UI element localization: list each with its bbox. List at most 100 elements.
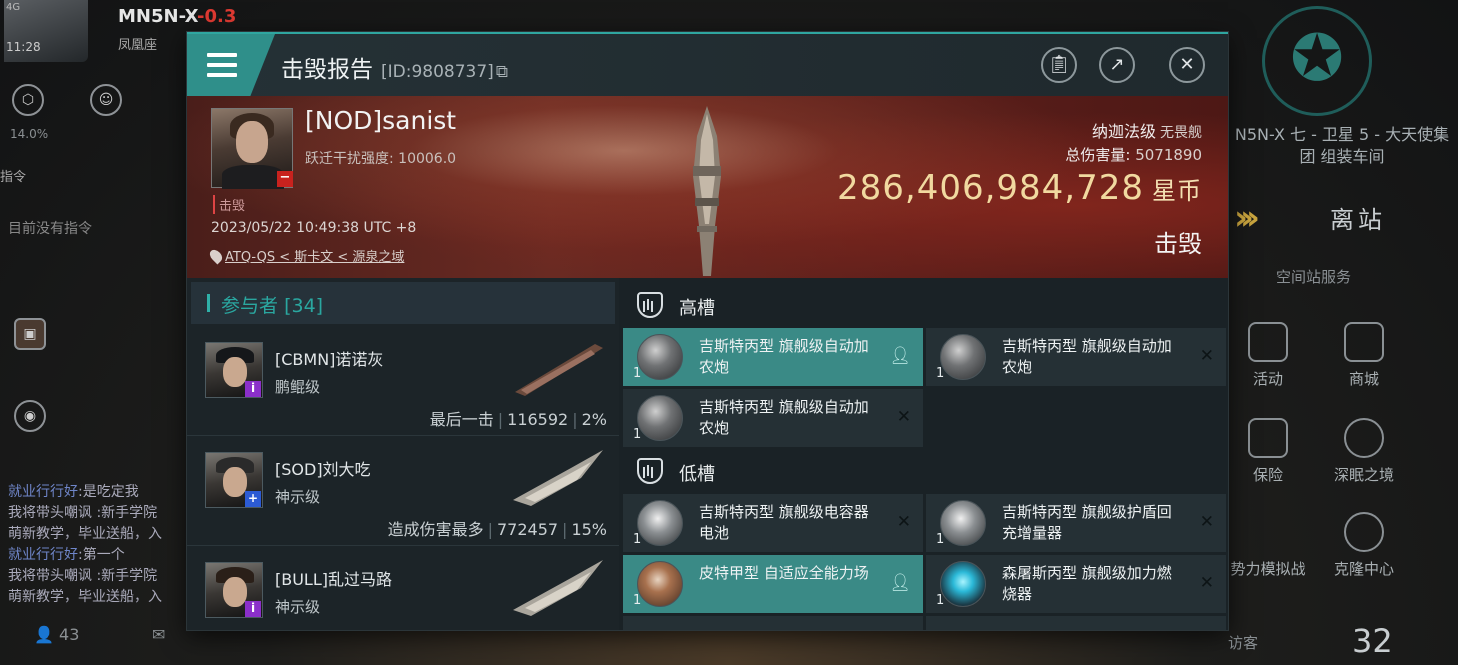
no-commands-text: 目前没有指令	[8, 221, 92, 237]
signal-indicator: 4G	[6, 2, 21, 13]
module-item-partial[interactable]	[926, 616, 1226, 630]
faction-warfare-button[interactable]: 势力模拟战	[1228, 512, 1308, 579]
close-button[interactable]: ✕	[1169, 47, 1205, 83]
fitting-modules[interactable]: 高槽 1 吉斯特丙型 旗舰级自动加农炮 👤︎ 1 吉斯特丙型 旗舰级自动加农炮 …	[619, 278, 1228, 630]
clock: 11:28	[6, 40, 41, 54]
module-name: 吉斯特丙型 旗舰级自动加农炮	[699, 398, 869, 437]
hud-left-panel: 4G 11:28 ⬡ ☺ 14.0% 指令 目前没有指令 ▣ ◉ 就业行行好:是…	[0, 0, 200, 665]
module-name: 吉斯特丙型 旗舰级自动加农炮	[699, 337, 869, 376]
command-tab[interactable]: 指令	[0, 166, 26, 185]
menu-button[interactable]	[187, 34, 275, 96]
participant-row[interactable]: i [CBMN]诺诺灰 鹏鲲级 最后一击 | 116592 | 2%	[187, 328, 619, 436]
chat-line: 我将带头嘲讽 :新手学院	[8, 505, 158, 521]
chat-line: 萌新教学，毕业送船，入	[8, 526, 162, 542]
station-services-label: 空间站服务	[1276, 268, 1352, 286]
module-item[interactable]: 1 吉斯特丙型 旗舰级自动加农炮 ✕	[623, 389, 923, 447]
system-name: MN5N-X-0.3	[118, 6, 237, 27]
high-slot-icon	[637, 292, 663, 318]
share-button[interactable]: ↗	[1099, 47, 1135, 83]
shield-icon	[1248, 418, 1288, 458]
module-name: 森屠斯丙型 旗舰级加力燃烧器	[1002, 564, 1172, 603]
target-icon[interactable]: ◉	[14, 400, 46, 432]
insurance-button[interactable]: 保险	[1228, 418, 1308, 485]
visitor-label: 访客	[1228, 634, 1259, 652]
low-slot-header: 低槽	[623, 448, 1228, 494]
adaptive-field-icon	[637, 561, 683, 607]
participant-ship: 鹏鲲级	[275, 378, 321, 396]
module-item[interactable]: 1 吉斯特丙型 旗舰级自动加农炮 ✕	[926, 328, 1226, 386]
kill-location[interactable]: ATQ-QS < 斯卡文 < 源泉之域	[207, 246, 404, 265]
faction-emblem-icon: ✪	[1262, 6, 1372, 116]
report-id: [ID:9808737]	[381, 62, 494, 82]
module-item[interactable]: 1 吉斯特丙型 旗舰级电容器电池 ✕	[623, 494, 923, 552]
leave-station-button[interactable]: 离站	[1330, 200, 1386, 235]
clone-center-button[interactable]: 克隆中心	[1324, 512, 1404, 579]
destroyed-x-icon: ✕	[1199, 573, 1214, 593]
warp-disruption: 跃迁干扰强度: 10006.0	[305, 151, 457, 167]
info-badge-icon: i	[245, 381, 261, 397]
afterburner-icon	[940, 561, 986, 607]
events-button[interactable]: 活动	[1228, 322, 1308, 389]
module-name: 吉斯特丙型 旗舰级电容器电池	[699, 503, 869, 542]
wallet-icon[interactable]: ▣	[14, 318, 46, 350]
destroyed-x-icon: ✕	[896, 407, 911, 427]
module-item-partial[interactable]	[623, 616, 923, 630]
crossed-flags-icon	[1248, 512, 1288, 552]
participant-ship: 神示级	[275, 598, 321, 616]
shield-extender-icon	[940, 500, 986, 546]
participant-row[interactable]: i [BULL]乱过马路 神示级	[187, 548, 619, 630]
chat-line: 萌新教学，毕业送船，入	[8, 589, 162, 605]
constellation-name: 凤凰座	[118, 38, 158, 53]
online-users[interactable]: 👤 43	[34, 625, 79, 644]
title-bar: 击毁报告 [ID:9808737] ⧉ 📋︎ ↗ ✕	[187, 34, 1228, 96]
participant-stats: 最后一击 | 116592 | 2%	[429, 410, 607, 429]
destroyed-x-icon: ✕	[896, 512, 911, 532]
chat-line: 就业行行好:是吃定我	[8, 484, 139, 500]
hostile-badge-icon: −	[277, 171, 293, 187]
participant-row[interactable]: + [SOD]刘大吃 神示级 造成伤害最多 | 772457 | 15%	[187, 438, 619, 546]
info-badge-icon: i	[245, 601, 261, 617]
participant-ship-image	[513, 560, 603, 616]
chat-line: 就业行行好:第一个	[8, 547, 125, 563]
abyss-button[interactable]: 深眠之境	[1324, 418, 1404, 485]
isk-value: 286,406,984,728 星币	[836, 168, 1202, 208]
mail-icon[interactable]: ✉	[152, 625, 165, 644]
clipboard-button[interactable]: 📋︎	[1041, 47, 1077, 83]
kill-datetime: 2023/05/22 10:49:38 UTC +8	[211, 220, 417, 236]
destroyed-x-icon: ✕	[1199, 346, 1214, 366]
victim-name[interactable]: [NOD]sanist	[305, 106, 456, 135]
participant-ship-image	[513, 450, 603, 506]
module-item[interactable]: 1 森屠斯丙型 旗舰级加力燃烧器 ✕	[926, 555, 1226, 613]
clipboard-icon: 📋︎	[1047, 54, 1071, 75]
module-name: 吉斯特丙型 旗舰级护盾回充增量器	[1002, 503, 1172, 542]
kill-result: 击毁	[1154, 230, 1202, 258]
share-icon: ↗	[1109, 54, 1125, 75]
helmet-icon[interactable]: ☺	[90, 84, 122, 116]
high-slot-header: 高槽	[623, 282, 1228, 328]
participant-ship: 神示级	[275, 488, 321, 506]
dropped-person-icon: 👤︎	[889, 346, 911, 366]
participant-name: [BULL]乱过马路	[275, 570, 393, 589]
total-damage: 总伤害量: 5071890	[1065, 146, 1202, 164]
module-name: 吉斯特丙型 旗舰级自动加农炮	[1002, 337, 1172, 376]
security-percentage: 14.0%	[10, 127, 49, 141]
module-item[interactable]: 1 皮特甲型 自适应全能力场 👤︎	[623, 555, 923, 613]
participant-stats: 造成伤害最多 | 772457 | 15%	[387, 520, 607, 539]
autocannon-icon	[637, 334, 683, 380]
undock-arrows-icon: ›››	[1234, 198, 1260, 238]
station-name: N5N-X 七 - 卫星 5 - 大天使集团 组装车间	[1234, 125, 1450, 166]
module-item[interactable]: 1 吉斯特丙型 旗舰级护盾回充增量器 ✕	[926, 494, 1226, 552]
participants-list[interactable]: 参与者 [34] i [CBMN]诺诺灰 鹏鲲级 最后一击 | 116592 | 2% …	[187, 278, 619, 630]
module-name: 皮特甲型 自适应全能力场	[699, 564, 869, 582]
visitor-count: 32	[1352, 622, 1393, 660]
capacitor-battery-icon	[637, 500, 683, 546]
module-item[interactable]: 1 吉斯特丙型 旗舰级自动加农炮 👤︎	[623, 328, 923, 386]
party-popper-icon	[1248, 322, 1288, 362]
close-icon: ✕	[1179, 54, 1195, 75]
store-button[interactable]: 商城	[1324, 322, 1404, 389]
dropped-person-icon: 👤︎	[889, 573, 911, 593]
participants-header: 参与者 [34]	[191, 282, 615, 324]
killed-tag: 击毁	[213, 195, 245, 214]
location-pin-icon	[207, 247, 225, 265]
cube-icon[interactable]: ⬡	[12, 84, 44, 116]
